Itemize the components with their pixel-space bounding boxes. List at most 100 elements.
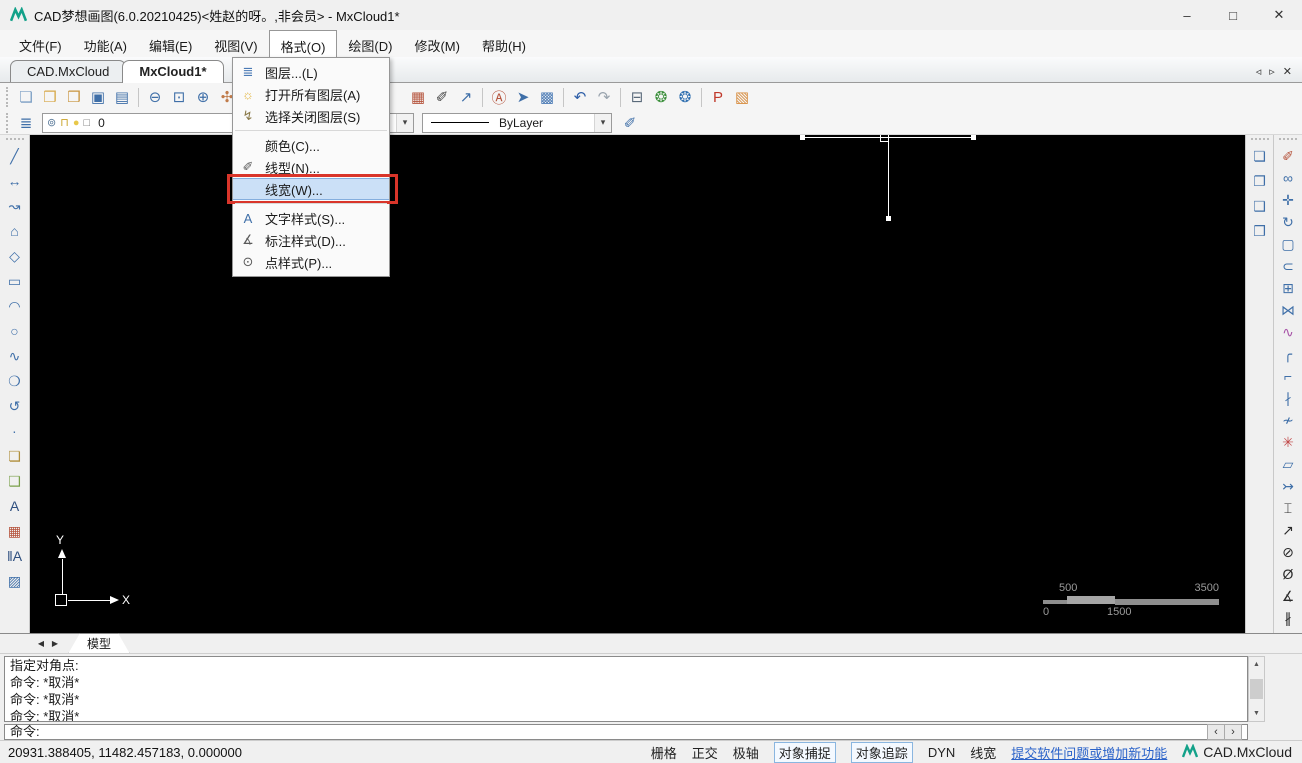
select-window-button[interactable]: ▢ (1276, 233, 1300, 255)
polyline-button[interactable]: ↝ (3, 195, 27, 217)
arc-button[interactable]: ◠ (3, 295, 27, 317)
save-button[interactable]: ▣ (86, 85, 110, 109)
layer-combo-chevron-icon[interactable]: ▾ (396, 113, 413, 132)
point-button[interactable]: ∙ (3, 420, 27, 442)
linetype-button[interactable]: ✐ (430, 85, 454, 109)
menu-draw[interactable]: 绘图(D) (337, 30, 403, 57)
open-button[interactable]: ❒ (38, 85, 62, 109)
menu-item-layers[interactable]: ≣ 图层...(L) (233, 61, 389, 83)
tab-close-button[interactable]: ✕ (1283, 65, 1292, 78)
menu-view[interactable]: 视图(V) (203, 30, 268, 57)
export-button[interactable]: ↗ (454, 85, 478, 109)
tab-mxcloud1[interactable]: MxCloud1* (122, 60, 224, 83)
revision-cloud-button[interactable]: ↺ (3, 395, 27, 417)
zoom-window-button[interactable]: ⊡ (167, 85, 191, 109)
polyline-edit-button[interactable]: ∿ (1276, 321, 1300, 343)
paste-image-button[interactable]: ▩ (535, 85, 559, 109)
menu-item-point-style[interactable]: ⊙ 点样式(P)... (233, 251, 389, 273)
toggle-otrack[interactable]: 对象追踪 (850, 741, 913, 763)
mtext-button[interactable]: ‖A (3, 545, 27, 567)
cmd-scroll-right-button[interactable]: › (1224, 724, 1242, 740)
undo-button[interactable]: ↶ (568, 85, 592, 109)
trim-button[interactable]: ≁ (1276, 409, 1300, 431)
dim-radius-button[interactable]: ⊘ (1276, 541, 1300, 563)
linetype-combo-chevron-icon[interactable]: ▾ (594, 113, 611, 132)
break-button[interactable]: ∤ (1276, 387, 1300, 409)
construction-line-button[interactable]: ↔ (3, 170, 27, 192)
menu-item-color[interactable]: 颜色(C)... (233, 134, 389, 156)
model-tab[interactable]: 模型 (68, 633, 130, 654)
chamfer-button[interactable]: ⌐ (1276, 365, 1300, 387)
menu-item-lineweight[interactable]: 线宽(W)... (227, 174, 398, 204)
menu-function[interactable]: 功能(A) (73, 30, 138, 57)
print-button[interactable]: ⊟ (625, 85, 649, 109)
explode-button[interactable]: ✳ (1276, 431, 1300, 453)
layers-button[interactable]: ≣ (14, 111, 38, 135)
dim-diameter-button[interactable]: Ø (1276, 563, 1300, 585)
grip-point[interactable] (800, 135, 805, 140)
pdf-export-button[interactable]: P (706, 85, 730, 109)
toggle-dyn[interactable]: DYN (928, 745, 955, 760)
save-as-button[interactable]: ▤ (110, 85, 134, 109)
menu-item-open-all-layers[interactable]: ☼ 打开所有图层(A) (233, 83, 389, 105)
copy-button[interactable]: ∞ (1276, 167, 1300, 189)
draw-order-above-button[interactable]: ❑ (1248, 195, 1272, 217)
select-button[interactable]: ➤ (511, 85, 535, 109)
toggle-ortho[interactable]: 正交 (692, 743, 718, 762)
feedback-link[interactable]: 提交软件问题或增加新功能 (1011, 743, 1167, 762)
table-button[interactable]: ▦ (3, 520, 27, 542)
menu-item-select-off-layers[interactable]: ↯ 选择关闭图层(S) (233, 105, 389, 127)
lineweight-brush-button[interactable]: ✐ (618, 111, 642, 135)
image-export-button[interactable]: ▧ (730, 85, 754, 109)
dim-linear-button[interactable]: ⌶ (1276, 497, 1300, 519)
find-replace-button[interactable]: Ⓐ (487, 85, 511, 109)
scroll-up-button[interactable]: ▲ (1249, 657, 1264, 672)
menu-file[interactable]: 文件(F) (8, 30, 73, 57)
hatch-button[interactable]: ▨ (3, 570, 27, 592)
grip-point-endpoint[interactable] (886, 216, 891, 221)
block-insert-button[interactable]: ❑ (3, 470, 27, 492)
scroll-down-button[interactable]: ▼ (1249, 706, 1264, 721)
minimize-button[interactable]: – (1164, 0, 1210, 30)
toggle-osnap[interactable]: 对象捕捉 (773, 741, 836, 763)
color-palette-button[interactable]: ▦ (406, 85, 430, 109)
grip-point-midpoint[interactable] (880, 135, 889, 142)
circle-button[interactable]: ○ (3, 320, 27, 342)
dim-angular-button[interactable]: ∡ (1276, 585, 1300, 607)
offset-button[interactable]: ⊂ (1276, 255, 1300, 277)
move-button[interactable]: ✛ (1276, 189, 1300, 211)
menu-item-dim-style[interactable]: ∡ 标注样式(D)... (233, 229, 389, 251)
scale-button[interactable]: ▱ (1276, 453, 1300, 475)
tab-cad-mxcloud[interactable]: CAD.MxCloud (10, 60, 127, 82)
polygon-button[interactable]: ⌂ (3, 220, 27, 242)
line-button[interactable]: ╱ (3, 145, 27, 167)
scrollbar-thumb[interactable] (1250, 679, 1263, 699)
draw-order-back-button[interactable]: ❐ (1248, 170, 1272, 192)
mxcloud-home-button[interactable]: ❂ (649, 85, 673, 109)
rectangle-button[interactable]: ▭ (3, 270, 27, 292)
toggle-grid[interactable]: 栅格 (651, 743, 677, 762)
spline-button[interactable]: ∿ (3, 345, 27, 367)
block-create-button[interactable]: ❏ (3, 445, 27, 467)
tab-scroll-right-button[interactable]: ▹ (1269, 65, 1275, 78)
mxcloud-sync-button[interactable]: ❂ (673, 85, 697, 109)
layout-next-button[interactable]: ▶ (48, 636, 62, 651)
close-button[interactable]: ✕ (1256, 0, 1302, 30)
command-scrollbar[interactable]: ▲ ▼ (1248, 656, 1265, 722)
text-button[interactable]: A (3, 495, 27, 517)
toggle-polar[interactable]: 极轴 (733, 743, 759, 762)
menu-edit[interactable]: 编辑(E) (138, 30, 203, 57)
rotate-button[interactable]: ↻ (1276, 211, 1300, 233)
fillet-button[interactable]: ╭ (1276, 343, 1300, 365)
linetype-combo[interactable]: ByLayer ▾ (422, 112, 612, 133)
menu-modify[interactable]: 修改(M) (403, 30, 471, 57)
ellipse-button[interactable]: ❍ (3, 370, 27, 392)
command-input[interactable]: 命令: (4, 724, 1248, 740)
redo-button[interactable]: ↷ (592, 85, 616, 109)
join-button[interactable]: ↣ (1276, 475, 1300, 497)
command-history[interactable]: 指定对角点: 命令: *取消* 命令: *取消* 命令: *取消* (4, 656, 1248, 722)
menu-format[interactable]: 格式(O) (268, 30, 338, 57)
dim-aligned-button[interactable]: ↗ (1276, 519, 1300, 541)
draw-order-front-button[interactable]: ❏ (1248, 145, 1272, 167)
dim-continue-button[interactable]: ∦ (1276, 607, 1300, 629)
